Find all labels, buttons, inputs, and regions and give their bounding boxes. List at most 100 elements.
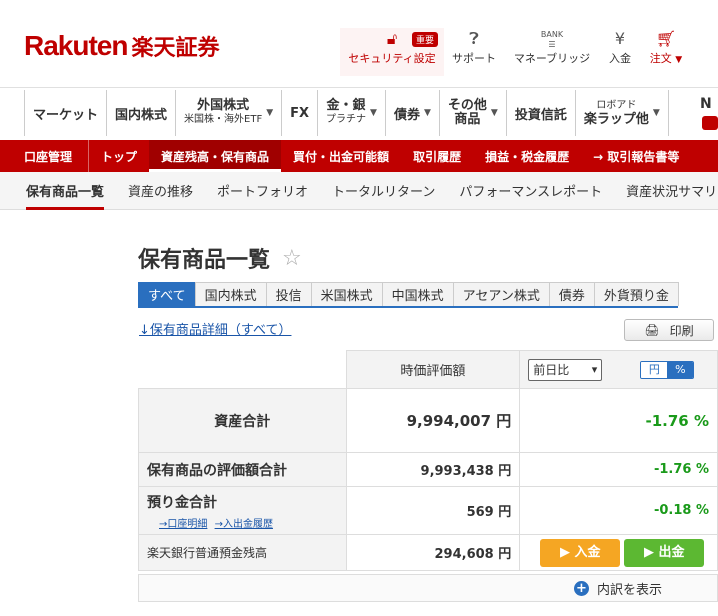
unit-percent-toggle[interactable]: % — [667, 362, 694, 378]
page-title-wrap: 保有商品一覧 ☆ — [138, 242, 302, 274]
nav-robo-advisor-main: ロボアド — [596, 100, 637, 111]
unit-toggle: 円 % — [640, 361, 695, 379]
money-bridge-label: マネーブリッジ — [513, 52, 591, 65]
nav-bonds[interactable]: 債券 ▼ — [386, 90, 440, 136]
cart-icon: 🛒︎ — [655, 29, 677, 48]
account-nav-pl-tax-history[interactable]: 損益・税金履歴 — [473, 140, 581, 172]
tab-domestic-stocks[interactable]: 国内株式 — [194, 282, 267, 306]
nav-foreign-stocks-main: 外国株式 — [197, 98, 250, 113]
nav-next-badge — [702, 116, 718, 130]
account-nav-buying-power[interactable]: 買付・出金可能額 — [281, 140, 401, 172]
table-header-row: 時価評価額 前日比 円 % — [138, 350, 718, 389]
star-icon[interactable]: ☆ — [282, 246, 302, 271]
nav-robo-advisor[interactable]: ロボアド 楽ラップ他 ▼ — [576, 90, 669, 136]
print-button-label: 印刷 — [669, 323, 694, 338]
cash-links: →口座明細 →入出金履歴 — [159, 515, 338, 530]
deposit-header-button[interactable]: ¥ 入金 — [600, 28, 640, 76]
important-badge: 重要 — [411, 32, 438, 47]
order-header-button[interactable]: 🛒︎ 注文 ▼ — [640, 28, 692, 76]
unit-yen-toggle[interactable]: 円 — [641, 362, 668, 378]
subnav-performance-report[interactable]: パフォーマンスレポート — [447, 172, 614, 210]
lock-icon: 🔓︎ — [386, 29, 398, 48]
account-management-label: 口座管理 — [0, 140, 90, 172]
nav-investment-trusts[interactable]: 投資信託 — [507, 90, 576, 136]
nav-foreign-stocks[interactable]: 外国株式 米国株・海外ETF ▼ — [176, 90, 283, 136]
bank-icon: BANK ☰ — [540, 30, 564, 49]
tab-investment-trusts[interactable]: 投信 — [265, 282, 312, 306]
printer-icon: 🖨︎ — [644, 323, 660, 337]
nav-robo-advisor-sub: 楽ラップ他 — [583, 112, 649, 127]
chevron-down-icon: ▼ — [370, 108, 377, 118]
subnav-asset-summary[interactable]: 資産状況サマリ — [614, 172, 718, 210]
print-button[interactable]: 🖨︎ 印刷 — [624, 319, 714, 341]
cash-deposit-change: -0.18 % — [519, 486, 718, 535]
nav-domestic-stocks-label: 国内株式 — [115, 107, 168, 123]
nav-other-products-main: その他 — [447, 98, 487, 113]
nav-other-products[interactable]: その他 商品 ▼ — [440, 90, 507, 136]
header-utility-menu: 🔓︎ 重要 セキュリティ設定 ❓︎ サポート BANK ☰ マネーブリッジ ¥ 入… — [340, 28, 692, 76]
page-title: 保有商品一覧 — [138, 248, 271, 273]
show-breakdown-button[interactable]: + 内訳を表示 — [138, 574, 718, 602]
nav-gold-silver[interactable]: 金・銀 プラチナ ▼ — [318, 90, 386, 136]
bank-icon-text: BANK — [540, 30, 564, 39]
total-assets-value: 9,994,007 円 — [345, 388, 521, 453]
plus-icon: + — [573, 580, 589, 596]
tab-china-stocks[interactable]: 中国株式 — [381, 282, 454, 306]
nav-fx[interactable]: FX — [282, 90, 319, 136]
nav-robo-advisor-label: ロボアド 楽ラップ他 — [584, 99, 649, 127]
holdings-value-label: 保有商品の評価額合計 — [138, 452, 347, 487]
nav-domestic-stocks[interactable]: 国内株式 — [107, 90, 177, 136]
main-nav: マーケット 国内株式 外国株式 米国株・海外ETF ▼ FX 金・銀 プラチナ ▼ … — [24, 90, 669, 136]
nav-next-item[interactable]: N — [700, 96, 712, 112]
account-detail-link[interactable]: →口座明細 — [159, 519, 207, 530]
nav-investment-trusts-label: 投資信託 — [514, 107, 567, 123]
chevron-down-icon: ▼ — [652, 108, 660, 118]
subnav-holdings-list[interactable]: 保有商品一覧 — [0, 172, 116, 210]
account-nav-trade-reports[interactable]: → 取引報告書等 — [581, 140, 691, 172]
chevron-down-icon: ▼ — [675, 55, 683, 65]
subnav-total-return[interactable]: トータルリターン — [320, 172, 447, 210]
tab-asean-stocks[interactable]: アセアン株式 — [452, 282, 550, 306]
tab-us-stocks[interactable]: 米国株式 — [310, 282, 383, 306]
rakuten-logo[interactable]: Rakuten 楽天証券 — [24, 30, 219, 62]
deposit-header-label: 入金 — [609, 52, 631, 65]
bank-balance-value: 294,608 円 — [345, 534, 521, 571]
nav-fx-label: FX — [290, 105, 310, 121]
chevron-down-icon: ▼ — [266, 108, 274, 118]
holdings-value-row: 保有商品の評価額合計 9,993,438 円 -1.76 % — [138, 452, 718, 487]
tab-bonds[interactable]: 債券 — [548, 282, 595, 306]
withdraw-button[interactable]: ▶ 出金 — [624, 538, 705, 567]
category-tabs: すべて 国内株式 投信 米国株式 中国株式 アセアン株式 債券 外貨預り金 — [138, 282, 679, 308]
top-header: Rakuten 楽天証券 🔓︎ 重要 セキュリティ設定 ❓︎ サポート BANK… — [0, 0, 718, 88]
nav-other-products-sub: 商品 — [454, 112, 481, 127]
security-settings-button[interactable]: 🔓︎ 重要 セキュリティ設定 — [340, 28, 444, 76]
cash-deposit-label: 預り金合計 — [147, 494, 217, 511]
compare-select[interactable]: 前日比 — [528, 358, 603, 381]
account-nav-top[interactable]: トップ — [89, 140, 149, 172]
support-button[interactable]: ❓︎ サポート — [444, 28, 504, 76]
holdings-subnav: 保有商品一覧 資産の推移 ポートフォリオ トータルリターン パフォーマンスレポー… — [0, 172, 718, 210]
show-breakdown-label: 内訳を表示 — [596, 582, 662, 598]
compare-header-cell: 前日比 円 % — [519, 350, 718, 389]
deposit-button[interactable]: ▶ 入金 — [540, 538, 621, 567]
market-value-header: 時価評価額 — [345, 350, 521, 389]
subnav-portfolio[interactable]: ポートフォリオ — [205, 172, 320, 210]
nav-market[interactable]: マーケット — [24, 90, 108, 136]
subnav-asset-trend[interactable]: 資産の推移 — [116, 172, 205, 210]
nav-bonds-label: 債券 — [393, 107, 420, 123]
nav-foreign-stocks-label: 外国株式 米国株・海外ETF — [184, 99, 262, 127]
holdings-detail-link[interactable]: ↓保有商品詳細（すべて） — [139, 319, 291, 338]
account-nav-trade-history[interactable]: 取引履歴 — [401, 140, 473, 172]
deposit-history-link[interactable]: →入出金履歴 — [215, 519, 273, 530]
bank-actions-cell: ▶ 入金 ▶ 出金 — [519, 534, 718, 571]
nav-gold-silver-sub: プラチナ — [326, 114, 367, 125]
order-header-label: 注文 — [649, 52, 672, 65]
support-icon: ❓︎ — [469, 29, 479, 48]
tab-all[interactable]: すべて — [138, 282, 196, 306]
chevron-down-icon: ▼ — [490, 108, 498, 118]
nav-gold-silver-label: 金・銀 プラチナ — [326, 99, 366, 127]
money-bridge-button[interactable]: BANK ☰ マネーブリッジ — [504, 28, 600, 76]
nav-other-products-label: その他 商品 — [448, 99, 487, 127]
account-nav-assets-holdings[interactable]: 資産残高・保有商品 — [149, 140, 282, 172]
tab-foreign-deposits[interactable]: 外貨預り金 — [593, 282, 679, 306]
